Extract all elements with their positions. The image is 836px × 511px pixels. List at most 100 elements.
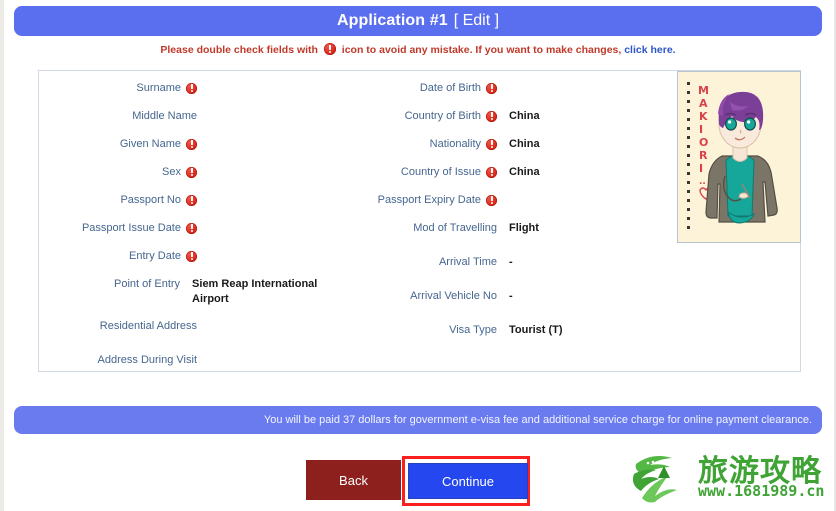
detail-label-wrap: Passport Expiry Date [339, 191, 497, 207]
detail-value: China [509, 110, 540, 122]
warning-exclamation-icon [486, 138, 497, 150]
page-left-edge [0, 0, 4, 511]
double-check-notice: Please double check fields with icon to … [0, 43, 836, 56]
detail-label-wrap: Mod of Travelling [339, 219, 497, 235]
detail-value: Siem Reap International Airport [192, 278, 318, 305]
svg-text:I: I [699, 123, 703, 136]
page-title-banner: Application #1 [ Edit ] [14, 6, 822, 36]
svg-text:I: I [699, 162, 703, 175]
detail-label: Point of Entry [114, 278, 181, 290]
application-review-page: Application #1 [ Edit ] Please double ch… [0, 0, 836, 511]
svg-text:..: .. [699, 177, 706, 187]
detail-label: Middle Name [132, 110, 197, 122]
detail-value: China [509, 138, 540, 150]
detail-label: Arrival Vehicle No [410, 290, 497, 302]
svg-text:K: K [699, 110, 708, 123]
detail-value [197, 219, 339, 221]
detail-label: Passport Expiry Date [377, 194, 481, 206]
detail-label: Date of Birth [419, 82, 481, 94]
detail-label: Visa Type [449, 324, 497, 336]
detail-label-wrap: Visa Type [339, 321, 497, 337]
detail-value [197, 191, 339, 193]
detail-value: - [509, 290, 513, 302]
warning-exclamation-icon [486, 110, 497, 122]
form-actions: Back Continue [0, 456, 836, 508]
detail-row: Date of Birth [339, 79, 639, 107]
detail-label: Passport Issue Date [81, 222, 181, 234]
detail-row: Entry Date [39, 247, 339, 275]
detail-label-wrap: Address During Visit [39, 351, 197, 367]
detail-row: Passport Expiry Date [339, 191, 639, 219]
detail-row: Arrival Vehicle No - [339, 287, 639, 321]
detail-value [197, 79, 339, 81]
detail-value [197, 317, 339, 319]
detail-row: Point of Entry Siem Reap International Ai… [39, 275, 339, 317]
details-left-column: Surname Middle Name Given Name Sex Passport … [39, 79, 339, 379]
detail-value: - [509, 256, 513, 268]
detail-value [197, 163, 339, 165]
notice-text-after: icon to avoid any mistake. If you want t… [341, 44, 622, 57]
edit-application-link[interactable]: [ Edit ] [454, 12, 499, 30]
detail-row: Passport Issue Date [39, 219, 339, 247]
continue-button-highlight: Continue [402, 456, 530, 506]
detail-value [197, 135, 339, 137]
svg-text:A: A [699, 97, 708, 110]
detail-row: Address During Visit [39, 351, 339, 379]
detail-label-wrap: Passport Issue Date [39, 219, 197, 235]
detail-value: Flight [509, 222, 539, 234]
detail-label-wrap: Entry Date [39, 247, 197, 263]
detail-label: Nationality [429, 138, 481, 150]
detail-label-wrap: Residential Address [39, 317, 197, 333]
notice-text-before: Please double check fields with [160, 44, 318, 57]
warning-exclamation-icon [186, 222, 197, 234]
warning-exclamation-icon [186, 194, 197, 206]
warning-exclamation-icon [486, 82, 497, 94]
warning-exclamation-icon [186, 82, 197, 94]
detail-label-wrap: Given Name [39, 135, 197, 151]
warning-exclamation-icon [186, 250, 197, 262]
make-changes-link[interactable]: click here. [624, 44, 675, 56]
detail-label: Entry Date [129, 250, 181, 262]
detail-label: Residential Address [99, 320, 197, 332]
continue-button[interactable]: Continue [408, 463, 528, 499]
detail-row: Nationality China [339, 135, 639, 163]
detail-value [197, 351, 339, 353]
detail-label: Country of Birth [404, 110, 481, 122]
detail-label: Country of Issue [400, 166, 481, 178]
detail-row: Given Name [39, 135, 339, 163]
detail-value: Tourist (T) [509, 324, 563, 336]
detail-label-wrap: Country of Issue [339, 163, 497, 179]
detail-label-wrap: Date of Birth [339, 79, 497, 95]
detail-label: Passport No [120, 194, 181, 206]
warning-exclamation-icon [486, 166, 497, 178]
page-title: Application #1 [336, 12, 448, 29]
details-right-column: Date of Birth Country of Birth China Nation… [339, 79, 639, 349]
detail-label-wrap: Point of Entry [39, 275, 180, 291]
detail-value: China [509, 166, 540, 178]
applicant-photo: M A K I O R I .. [677, 71, 801, 243]
detail-label-wrap: Arrival Time [339, 253, 497, 269]
detail-value [197, 247, 339, 249]
detail-label: Arrival Time [438, 256, 497, 268]
detail-row: Country of Birth China [339, 107, 639, 135]
detail-row: Mod of Travelling Flight [339, 219, 639, 253]
warning-exclamation-icon [186, 166, 197, 178]
warning-exclamation-icon [486, 194, 497, 206]
back-button[interactable]: Back [306, 460, 401, 500]
detail-label-wrap: Arrival Vehicle No [339, 287, 497, 303]
detail-row: Residential Address [39, 317, 339, 351]
application-details-card: Surname Middle Name Given Name Sex Passport … [38, 70, 801, 372]
detail-row: Passport No [39, 191, 339, 219]
warning-exclamation-icon [186, 138, 197, 150]
detail-label-wrap: Surname [39, 79, 197, 95]
detail-row: Middle Name [39, 107, 339, 135]
detail-label-wrap: Middle Name [39, 107, 197, 123]
detail-label: Surname [136, 82, 181, 94]
detail-row: Sex [39, 163, 339, 191]
detail-value [497, 79, 639, 81]
svg-text:M: M [698, 84, 709, 97]
detail-label: Sex [162, 166, 181, 178]
warning-exclamation-icon [323, 43, 336, 55]
payment-notice-banner: You will be paid 37 dollars for governme… [14, 406, 822, 434]
detail-value [497, 191, 639, 193]
